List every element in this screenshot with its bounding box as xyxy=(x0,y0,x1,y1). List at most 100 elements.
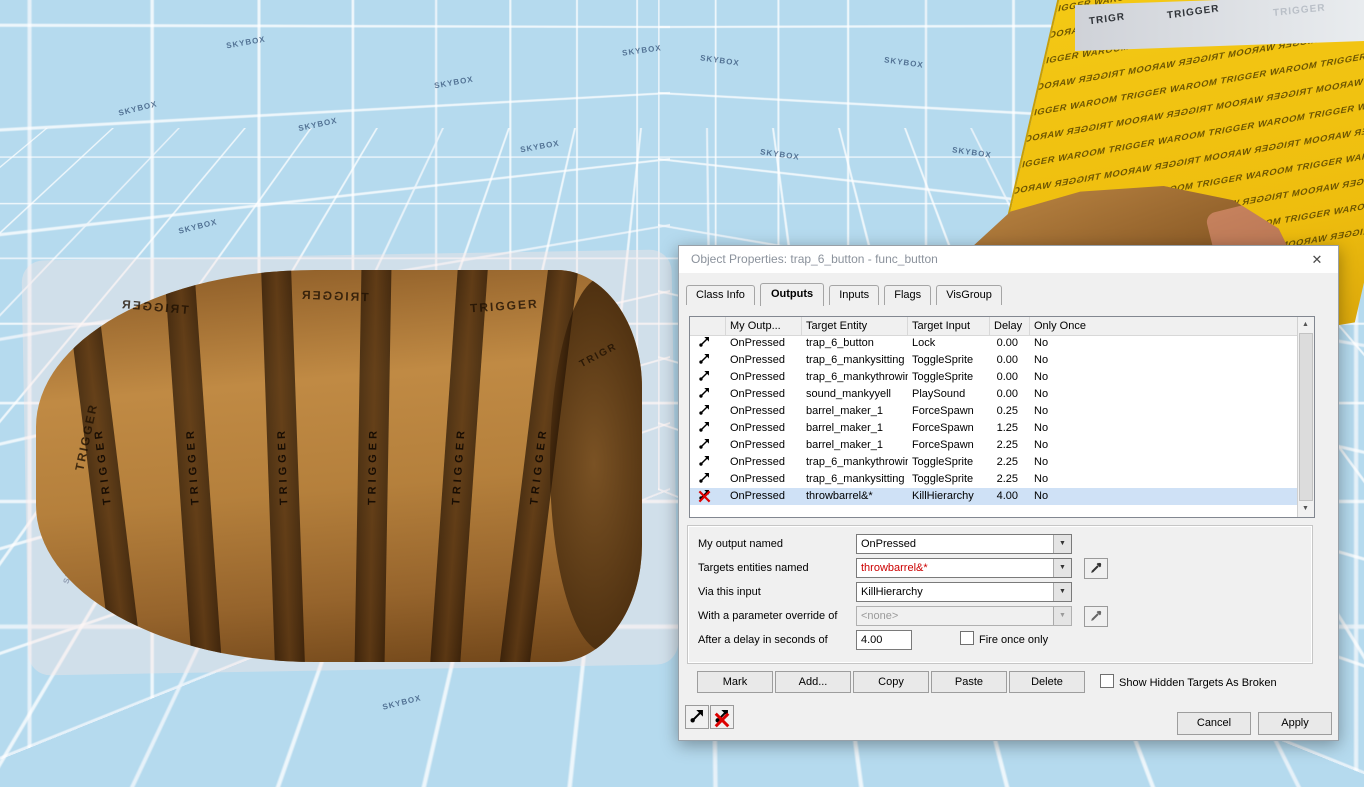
my-output-combo[interactable]: OnPressed ▼ xyxy=(856,534,1072,554)
output-row[interactable]: OnPressed barrel_maker_1 ForceSpawn 2.25… xyxy=(690,437,1298,454)
delay-input[interactable] xyxy=(856,630,912,650)
row-target-entity: barrel_maker_1 xyxy=(806,405,884,417)
copy-button[interactable]: Copy xyxy=(853,671,929,693)
tab-outputs[interactable]: Outputs xyxy=(759,283,825,306)
output-connection-icon xyxy=(690,471,726,488)
object-properties-dialog: Object Properties: trap_6_button - func_… xyxy=(678,245,1339,741)
chevron-down-icon[interactable]: ▼ xyxy=(1053,583,1071,601)
table-scrollbar[interactable]: ▲ ▼ xyxy=(1297,317,1314,517)
apply-button[interactable]: Apply xyxy=(1258,712,1332,735)
output-row[interactable]: OnPressed trap_6_button Lock 0.00 No xyxy=(690,335,1298,352)
row-target-input: ToggleSprite xyxy=(912,473,974,485)
output-connection-icon xyxy=(690,710,703,723)
broken-x-icon xyxy=(714,712,730,728)
row-target-entity: trap_6_mankythrowing xyxy=(806,371,908,383)
row-only-once: No xyxy=(1034,439,1049,451)
paste-button[interactable]: Paste xyxy=(931,671,1007,693)
output-editor: My output named OnPressed ▼ Targets enti… xyxy=(687,525,1313,664)
row-target-entity: throwbarrel&* xyxy=(806,490,873,502)
row-only-once: No xyxy=(1034,354,1049,366)
output-connection-icon xyxy=(690,437,726,454)
scroll-thumb[interactable] xyxy=(1299,333,1313,501)
dialog-titlebar[interactable]: Object Properties: trap_6_button - func_… xyxy=(679,246,1338,273)
row-target-entity: barrel_maker_1 xyxy=(806,439,884,451)
row-target-entity: barrel_maker_1 xyxy=(806,422,884,434)
show-hidden-checkbox[interactable]: Show Hidden Targets As Broken xyxy=(1100,674,1277,691)
trigger-texture-label: TRIGGER xyxy=(1272,2,1326,19)
row-target-input: ToggleSprite xyxy=(912,371,974,383)
row-only-once: No xyxy=(1034,456,1049,468)
param-override-value: <none> xyxy=(861,610,899,622)
scroll-up-icon[interactable]: ▲ xyxy=(1298,317,1313,333)
row-only-once: No xyxy=(1034,422,1049,434)
row-only-once: No xyxy=(1034,371,1049,383)
column-only-once[interactable]: Only Once xyxy=(1030,317,1298,335)
row-only-once: No xyxy=(1034,405,1049,417)
row-delay: 2.25 xyxy=(996,439,1018,451)
cancel-button[interactable]: Cancel xyxy=(1177,712,1251,735)
output-connection-icon xyxy=(690,386,726,403)
checkbox-icon[interactable] xyxy=(1100,674,1114,688)
checkbox-icon[interactable] xyxy=(960,631,974,645)
pick-entity-button[interactable] xyxy=(1084,606,1108,627)
barrel-model: TRIGGER TRIGGER TRIGGER TRIGGER TRIGGER … xyxy=(36,270,642,662)
output-row[interactable]: OnPressed trap_6_mankysitting ToggleSpri… xyxy=(690,352,1298,369)
column-my-output[interactable]: My Outp... xyxy=(726,317,802,335)
output-row[interactable]: OnPressed trap_6_mankythrowing ToggleSpr… xyxy=(690,369,1298,386)
output-icon-button[interactable] xyxy=(685,705,709,729)
trigger-texture-label: TRIGGER xyxy=(299,287,369,305)
trigger-texture-label: TRIGGER xyxy=(528,426,550,506)
add-button[interactable]: Add... xyxy=(775,671,851,693)
row-delay: 2.25 xyxy=(996,473,1018,485)
row-output: OnPressed xyxy=(730,337,786,349)
fire-once-label: Fire once only xyxy=(979,634,1049,646)
chevron-down-icon[interactable]: ▼ xyxy=(1053,535,1071,553)
output-row[interactable]: OnPressed barrel_maker_1 ForceSpawn 0.25… xyxy=(690,403,1298,420)
row-delay: 2.25 xyxy=(996,456,1018,468)
column-icon-header[interactable] xyxy=(690,317,726,335)
row-delay: 0.00 xyxy=(996,388,1018,400)
row-target-input: ToggleSprite xyxy=(912,354,974,366)
row-output: OnPressed xyxy=(730,456,786,468)
row-delay: 0.00 xyxy=(996,337,1018,349)
via-input-combo[interactable]: KillHierarchy ▼ xyxy=(856,582,1072,602)
output-row-selected[interactable]: OnPressed throwbarrel&* KillHierarchy 4.… xyxy=(690,488,1298,505)
eyedropper-icon xyxy=(1091,562,1102,573)
trigger-texture-label: TRIGGER xyxy=(184,426,202,506)
output-row[interactable]: OnPressed sound_mankyyell PlaySound 0.00… xyxy=(690,386,1298,403)
row-target-input: ForceSpawn xyxy=(912,405,974,417)
output-row[interactable]: OnPressed trap_6_mankythrowing ToggleSpr… xyxy=(690,454,1298,471)
chevron-down-icon[interactable]: ▼ xyxy=(1053,559,1071,577)
output-row[interactable]: OnPressed barrel_maker_1 ForceSpawn 1.25… xyxy=(690,420,1298,437)
pick-entity-button[interactable] xyxy=(1084,558,1108,579)
tab-flags[interactable]: Flags xyxy=(884,285,932,305)
column-delay[interactable]: Delay xyxy=(990,317,1030,335)
3d-viewport[interactable]: SKYBOX SKYBOX SKYBOX SKYBOX SKYBOX SKYBO… xyxy=(0,0,1364,787)
row-target-input: PlaySound xyxy=(912,388,966,400)
via-input-value: KillHierarchy xyxy=(861,586,923,598)
barrel-band: TRIGGER xyxy=(429,270,489,662)
row-output: OnPressed xyxy=(730,473,786,485)
tab-visgroup[interactable]: VisGroup xyxy=(936,285,1002,305)
fire-once-checkbox[interactable]: Fire once only xyxy=(960,630,1048,650)
row-target-input: Lock xyxy=(912,337,936,349)
via-input-label: Via this input xyxy=(698,586,761,598)
row-delay: 0.00 xyxy=(996,371,1018,383)
broken-output-icon-button[interactable] xyxy=(710,705,734,729)
row-delay: 0.25 xyxy=(996,405,1018,417)
tab-class-info[interactable]: Class Info xyxy=(686,285,755,305)
row-target-input: KillHierarchy xyxy=(912,490,974,502)
output-row[interactable]: OnPressed trap_6_mankysitting ToggleSpri… xyxy=(690,471,1298,488)
tab-inputs[interactable]: Inputs xyxy=(829,285,880,305)
column-target-entity[interactable]: Target Entity xyxy=(802,317,908,335)
table-header: My Outp... Target Entity Target Input De… xyxy=(690,317,1298,336)
target-entity-combo[interactable]: throwbarrel&* ▼ xyxy=(856,558,1072,578)
row-target-entity: trap_6_mankysitting xyxy=(806,354,905,366)
mark-button[interactable]: Mark xyxy=(697,671,773,693)
scroll-down-icon[interactable]: ▼ xyxy=(1298,501,1313,517)
close-icon[interactable]: ✕ xyxy=(1302,246,1332,273)
delete-button[interactable]: Delete xyxy=(1009,671,1085,693)
row-output: OnPressed xyxy=(730,422,786,434)
output-connection-icon xyxy=(690,454,726,471)
column-target-input[interactable]: Target Input xyxy=(908,317,990,335)
